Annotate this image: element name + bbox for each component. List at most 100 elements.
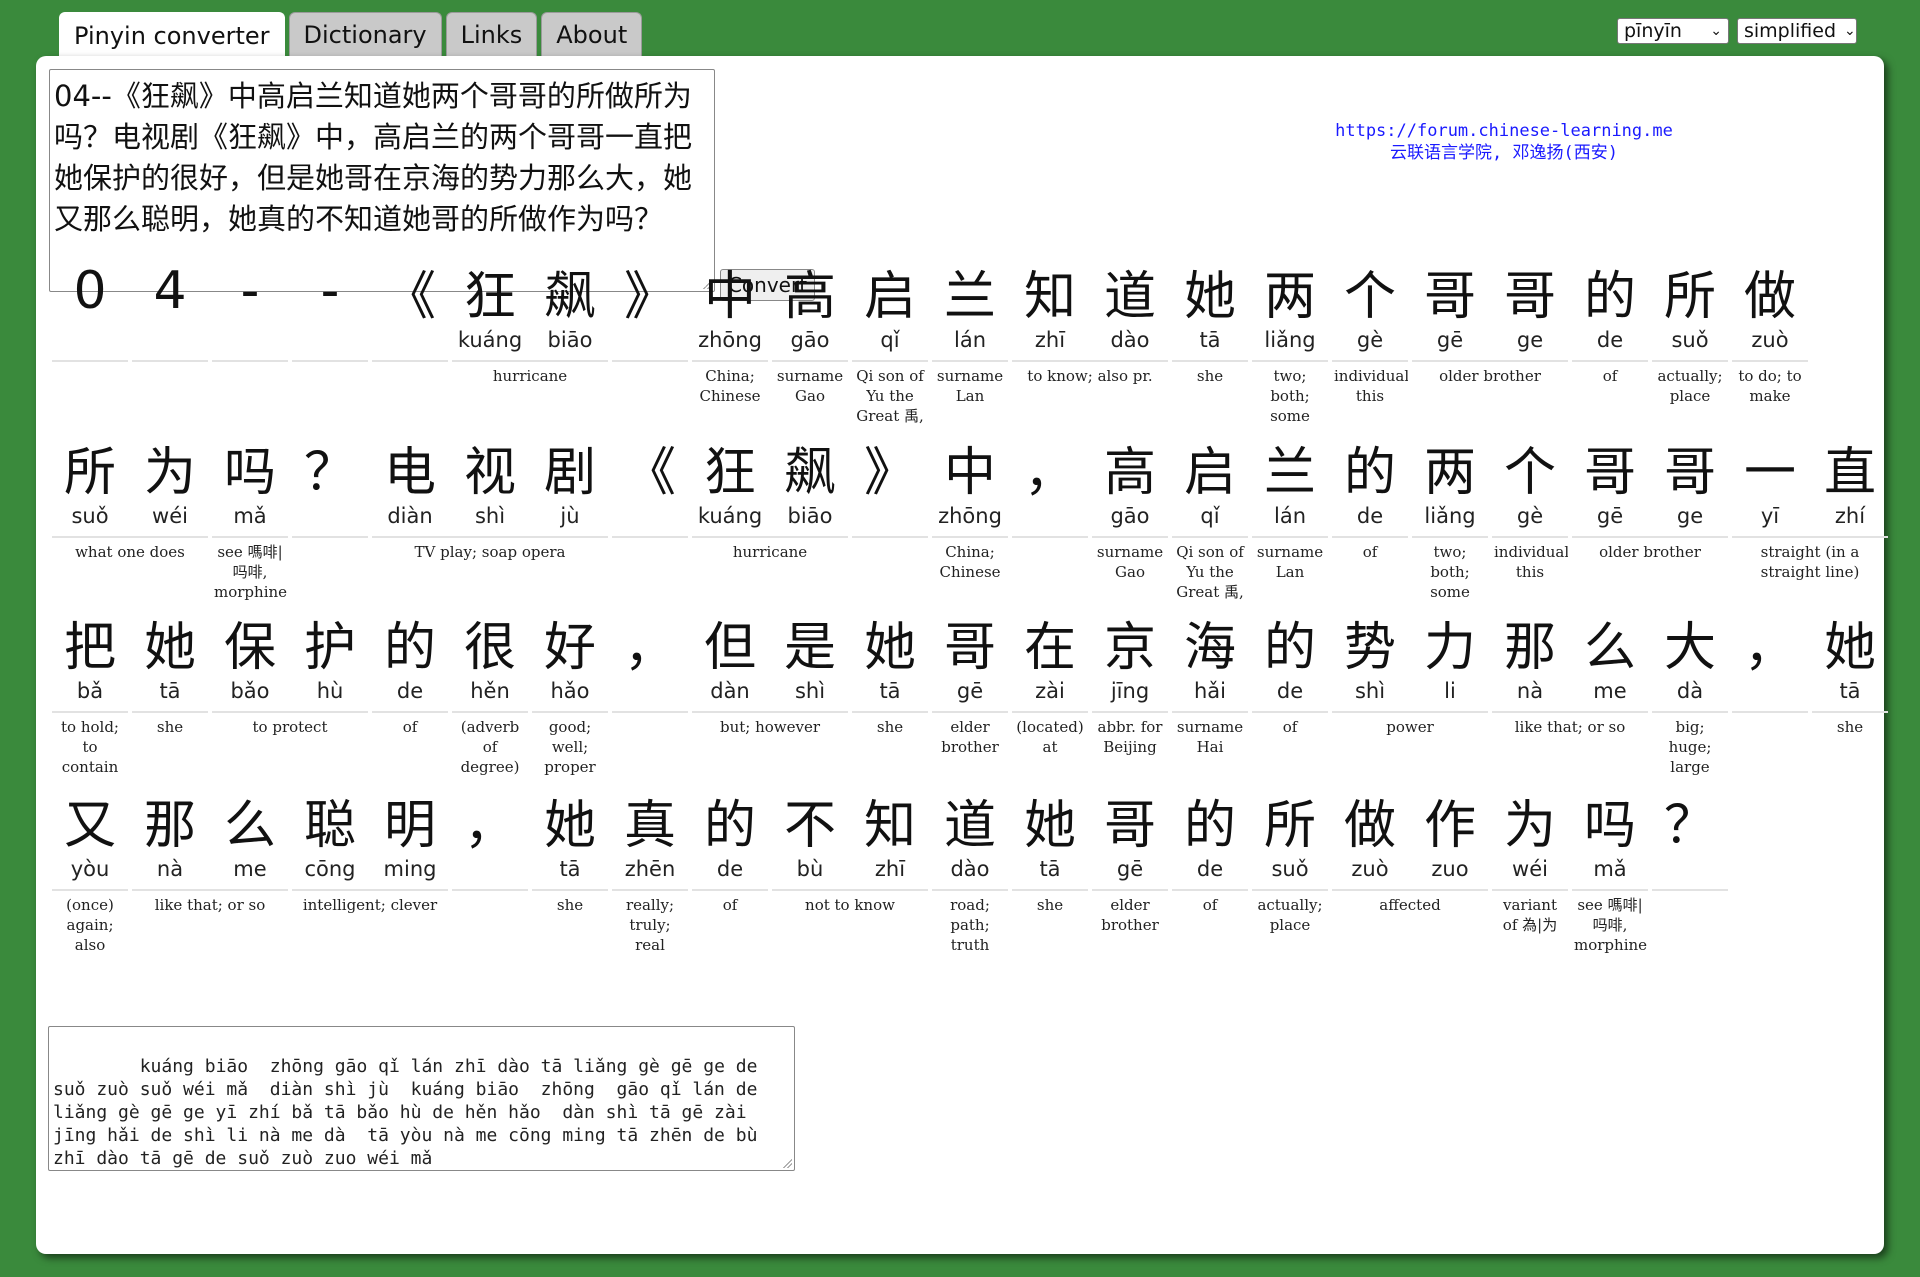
word-group[interactable]: 》 — [850, 432, 930, 602]
word-group[interactable]: 她 tā she — [1810, 607, 1890, 777]
word-group[interactable]: 高 gāo surname Gao — [1090, 432, 1170, 602]
hanzi-char: 她 — [1023, 795, 1076, 856]
hanzi-char: - — [240, 261, 260, 321]
definition-text — [212, 360, 288, 430]
pinyin-label: zhī — [1034, 328, 1066, 352]
word-group[interactable]: ， — [1730, 607, 1810, 777]
word-group[interactable]: 启qǐ Qi son of Yu the Great 禹, reported fo… — [850, 256, 930, 430]
word-group[interactable]: 电 diàn 视 shì 剧 jù TV play; soap opera — [370, 432, 610, 602]
word-group[interactable]: 两 liǎng two; both; some — [1250, 256, 1330, 426]
hanzi-char: 《 — [623, 442, 676, 503]
word-group[interactable]: - — [290, 256, 370, 426]
tab-links[interactable]: Links — [445, 12, 538, 56]
word-group[interactable]: ？ — [290, 432, 370, 602]
pinyin-output-textarea[interactable]: kuáng biāo zhōng gāo qǐ lán zhī dào tā l… — [48, 1026, 795, 1171]
pinyin-label: shì — [1354, 679, 1386, 703]
word-group[interactable]: 中 zhōng China; Chinese — [930, 432, 1010, 602]
pinyin-label: de — [1276, 679, 1304, 703]
word-group[interactable]: 哥 gē 哥 ge older brother — [1570, 432, 1730, 602]
word-group[interactable]: 4 — [130, 256, 210, 426]
definition-text: TV play; soap opera — [372, 536, 608, 606]
tab-pinyin-converter[interactable]: Pinyin converter — [59, 12, 285, 58]
pinyin-mode-select[interactable]: pīnyīn ⌄ — [1617, 18, 1729, 44]
word-group[interactable]: 兰 lán surname Lan — [930, 256, 1010, 426]
word-group[interactable]: 知 zhī 道 dào to know; also pr. — [1010, 256, 1170, 426]
word-group[interactable]: 狂 kuáng 飙 biāo hurricane — [690, 432, 850, 602]
word-group[interactable]: 中 zhōng China; Chinese — [690, 256, 770, 426]
tab-about[interactable]: About — [541, 12, 643, 56]
word-group[interactable]: 吗 mǎ see 嗎啡|吗啡, morphine — [1570, 785, 1650, 955]
resize-grip-icon[interactable] — [782, 1158, 792, 1168]
hanzi-char: 为 — [1503, 795, 1556, 856]
word-group[interactable]: 吗 mǎ see 嗎啡|吗啡, morphine — [210, 432, 290, 602]
script-select[interactable]: simplified ⌄ — [1737, 18, 1857, 44]
word-group[interactable]: 聪 cōng 明 ming intelligent; clever — [290, 785, 450, 955]
word-group[interactable]: 好 hǎo good; well; proper — [530, 607, 610, 777]
word-group[interactable]: 两 liǎng two; both; some — [1410, 432, 1490, 602]
word-group[interactable]: 做 zuò to do; to make — [1730, 256, 1810, 426]
hanzi-char: 哥 — [1583, 442, 1636, 503]
word-group[interactable]: ， — [1010, 432, 1090, 602]
word-group[interactable]: 个 gè individual; this — [1490, 432, 1570, 602]
word-group[interactable]: 个 gè individual; this — [1330, 256, 1410, 426]
word-group[interactable]: 把 bǎ to hold; to contain — [50, 607, 130, 777]
word-group[interactable]: - — [210, 256, 290, 426]
word-group[interactable]: 所 suǒ actually; place — [1250, 785, 1330, 955]
word-group[interactable]: 京 jīng abbr. for Beijing — [1090, 607, 1170, 777]
word-group[interactable]: 不 bù 知 zhī not to know — [770, 785, 930, 955]
pinyin-label: de — [1196, 857, 1224, 881]
word-group[interactable]: ， — [450, 785, 530, 955]
definition-text: to protect — [212, 711, 368, 781]
word-group[interactable]: 势 shì 力 li power — [1330, 607, 1490, 777]
word-group[interactable]: 在 zài (located) at — [1010, 607, 1090, 777]
word-group[interactable]: 启qǐ Qi son of Yu the Great 禹, reported fo… — [1170, 432, 1250, 606]
definition-text: Qi son of Yu the Great 禹, reported found… — [852, 360, 928, 430]
word-group[interactable]: 海 hǎi surname Hai — [1170, 607, 1250, 777]
word-group[interactable]: ？ — [1650, 785, 1730, 955]
word-group[interactable]: 又 yòu (once) again; also — [50, 785, 130, 955]
word-group[interactable]: 所 suǒ actually; place — [1650, 256, 1730, 426]
word-group[interactable]: 《 — [610, 432, 690, 602]
word-group[interactable]: 狂 kuáng 飙 biāo hurricane — [450, 256, 610, 426]
word-group[interactable]: 《 — [370, 256, 450, 426]
hanzi-char: 做 — [1743, 266, 1796, 327]
word-group[interactable]: 的 de of — [1250, 607, 1330, 777]
word-group[interactable]: 她 tā she — [530, 785, 610, 955]
word-group[interactable]: 一 yī 直 zhí straight (in a straight line) — [1730, 432, 1890, 602]
word-group[interactable]: 她 tā she — [850, 607, 930, 777]
word-group[interactable]: 所 suǒ 为 wéi what one does — [50, 432, 210, 602]
word-group[interactable]: 为 wéi variant of 為|为 — [1490, 785, 1570, 955]
word-group[interactable]: 她 tā she — [1170, 256, 1250, 426]
word-group[interactable]: 的 de of — [1570, 256, 1650, 426]
word-group[interactable]: 0 — [50, 256, 130, 426]
hanzi-char: 两 — [1263, 266, 1316, 327]
word-group[interactable]: 那 nà 么 me like that; or so — [130, 785, 290, 955]
word-group[interactable]: 》 — [610, 256, 690, 426]
word-group[interactable]: 哥 gē elder brother — [930, 607, 1010, 777]
word-group[interactable]: 道 dào road; path; truth — [930, 785, 1010, 955]
word-group[interactable]: 她 tā she — [1010, 785, 1090, 955]
word-group[interactable]: 哥 gē 哥 ge older brother — [1410, 256, 1570, 426]
word-group[interactable]: 很 hěn (adverb of degree) — [450, 607, 530, 777]
word-group[interactable]: 的 de of — [1170, 785, 1250, 955]
word-group[interactable]: 真 zhēn really; truly; real — [610, 785, 690, 955]
definition-text: abbr. for Beijing — [1092, 711, 1168, 781]
word-group[interactable]: 那 nà 么 me like that; or so — [1490, 607, 1650, 777]
pinyin-label: jù — [560, 504, 580, 528]
hanzi-char: 她 — [1823, 617, 1876, 678]
word-group[interactable]: 保 bǎo 护 hù to protect — [210, 607, 370, 777]
word-group[interactable]: 的 de of — [690, 785, 770, 955]
word-group[interactable]: 的 de of — [1330, 432, 1410, 602]
word-group[interactable]: 但 dàn 是 shì but; however — [690, 607, 850, 777]
word-group[interactable]: 兰 lán surname Lan — [1250, 432, 1330, 602]
word-group[interactable]: 大 dà big; huge; large — [1650, 607, 1730, 777]
hanzi-char: ， — [623, 617, 676, 678]
word-group[interactable]: 高 gāo surname Gao — [770, 256, 850, 426]
word-group[interactable]: 她 tā she — [130, 607, 210, 777]
word-group[interactable]: ， — [610, 607, 690, 777]
tab-dictionary[interactable]: Dictionary — [288, 12, 442, 56]
word-group[interactable]: 哥 gē elder brother — [1090, 785, 1170, 955]
word-group[interactable]: 做 zuò 作 zuo affected — [1330, 785, 1490, 955]
hanzi-char: 做 — [1343, 795, 1396, 856]
word-group[interactable]: 的 de of — [370, 607, 450, 777]
